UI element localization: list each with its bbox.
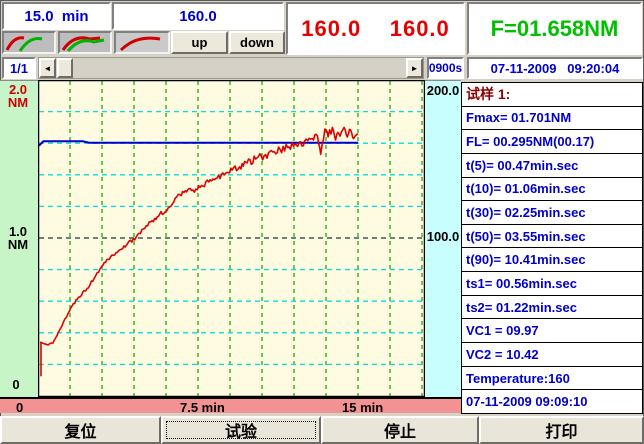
t10-value: t(10)= 01.06min.sec	[461, 177, 643, 202]
single-curve-icon	[116, 33, 168, 52]
test-button[interactable]: 试验	[161, 416, 321, 444]
t30-value: t(30)= 02.25min.sec	[461, 200, 643, 225]
right-axis-gutter: 200.0 100.0	[425, 80, 461, 397]
x-axis-mid-label: 7.5 min	[180, 400, 225, 415]
x-axis-end-label: 15 min	[342, 400, 383, 415]
dual-curves-icon	[4, 33, 54, 52]
focus-ring	[166, 421, 316, 439]
temperature-setting: Temperature:160	[461, 366, 643, 391]
fmax-value: Fmax= 01.701NM	[461, 106, 643, 131]
arrow-right-icon: ►	[411, 64, 419, 73]
duration-display: 0900s	[427, 57, 464, 79]
right-axis-top-label: 200.0	[426, 84, 460, 97]
datetime-display: 07-11-2009 09:20:04	[467, 57, 643, 79]
reset-button[interactable]: 复位	[0, 416, 161, 444]
page-indicator: 1/1	[2, 57, 36, 79]
torque-chart-plot	[38, 80, 425, 397]
right-axis-mid-label: 100.0	[426, 230, 460, 243]
t90-value: t(90)= 10.41min.sec	[461, 247, 643, 272]
x-axis-zero-label: 0	[16, 400, 23, 415]
overlay-curves-view-button[interactable]	[58, 31, 112, 54]
left-axis-zero-label: 0	[2, 378, 30, 391]
print-button[interactable]: 打印	[479, 416, 644, 444]
fl-value: FL= 00.295NM(00.17)	[461, 129, 643, 154]
x-axis-bar: 0 7.5 min 15 min	[0, 397, 461, 413]
down-button[interactable]: down	[229, 31, 285, 54]
rheometer-app-window: { "header": { "time_range": "15.0 min", …	[0, 0, 644, 444]
chart-scrollbar[interactable]: ◄ ►	[38, 57, 424, 79]
scroll-left-button[interactable]: ◄	[39, 58, 56, 78]
scroll-right-button[interactable]: ►	[406, 58, 423, 78]
up-button[interactable]: up	[171, 31, 228, 54]
scale-value-display: 160.0	[112, 2, 284, 30]
temperature-readout: 160.0 160.0	[286, 2, 465, 55]
sample-title: 试样 1:	[461, 82, 643, 107]
force-readout: F=01.658NM	[467, 2, 642, 55]
scrollbar-thumb[interactable]	[57, 58, 73, 78]
t5-value: t(5)= 00.47min.sec	[461, 153, 643, 178]
vc2-value: VC2 = 10.42	[461, 342, 643, 367]
arrow-left-icon: ◄	[44, 64, 52, 73]
test-start-datetime: 07-11-2009 09:09:10	[461, 389, 643, 414]
t50-value: t(50)= 03.55min.sec	[461, 224, 643, 249]
results-panel: 试样 1: Fmax= 01.701NM FL= 00.295NM(00.17)…	[461, 82, 643, 414]
overlay-curves-icon	[60, 33, 110, 52]
left-axis-gutter: 2.0NM 1.0NM 0	[0, 80, 38, 397]
left-axis-mid-label: 1.0NM	[2, 225, 34, 251]
time-range-display: 15.0 min	[2, 2, 111, 30]
ts2-value: ts2= 01.22min.sec	[461, 295, 643, 320]
dual-curves-view-button[interactable]	[2, 31, 56, 54]
ts1-value: ts1= 00.56min.sec	[461, 271, 643, 296]
single-curve-view-button[interactable]	[114, 31, 170, 54]
chart-canvas	[38, 80, 425, 397]
left-axis-top-label: 2.0NM	[2, 83, 34, 109]
vc1-value: VC1 = 09.97	[461, 318, 643, 343]
stop-button[interactable]: 停止	[321, 416, 479, 444]
